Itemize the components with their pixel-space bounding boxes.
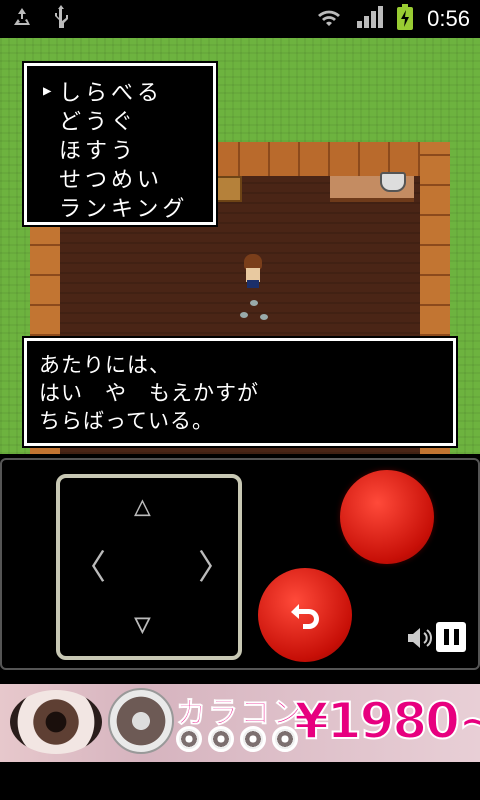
battery-charging-icon bbox=[397, 4, 414, 34]
controller-panel: △ ▽ 〈 〉 bbox=[0, 458, 480, 670]
cursor-icon: ▶ bbox=[43, 82, 56, 99]
bottom-bar bbox=[0, 762, 480, 800]
ash-pile bbox=[240, 312, 248, 318]
menu-item-help[interactable]: せつめい bbox=[43, 163, 213, 193]
dpad-icon[interactable]: △ ▽ 〈 〉 bbox=[56, 474, 242, 660]
command-menu: ▶ しらべる どうぐ ほすう せつめい ランキング bbox=[22, 61, 218, 227]
ash-pile bbox=[250, 300, 258, 306]
ash-pile bbox=[260, 314, 268, 320]
back-button[interactable] bbox=[258, 568, 352, 662]
lens-samples bbox=[176, 726, 298, 752]
lens-sample-icon bbox=[208, 726, 234, 752]
wooden-box bbox=[212, 176, 242, 202]
lens-sample-icon bbox=[176, 726, 202, 752]
clock: 0:56 bbox=[427, 6, 470, 31]
ad-price: ¥1980~ bbox=[293, 691, 480, 751]
dpad-up-icon[interactable]: △ bbox=[134, 492, 151, 520]
signal-icon bbox=[357, 6, 384, 32]
message-line: はい や もえかすが bbox=[39, 381, 259, 405]
status-bar: 0:56 bbox=[0, 0, 480, 38]
dpad-left-icon[interactable]: 〈 bbox=[72, 551, 106, 585]
eye-image bbox=[10, 690, 102, 754]
pot-icon bbox=[380, 172, 406, 192]
dpad-right-icon[interactable]: 〉 bbox=[198, 551, 232, 585]
menu-item-items[interactable]: どうぐ bbox=[43, 105, 213, 135]
menu-item-search[interactable]: ▶ しらべる bbox=[43, 76, 213, 106]
dpad-down-icon[interactable]: ▽ bbox=[134, 610, 151, 638]
pause-icon[interactable] bbox=[436, 622, 466, 652]
speaker-icon[interactable] bbox=[406, 626, 434, 650]
usb-icon bbox=[52, 4, 70, 34]
message-line: ちらばっている。 bbox=[39, 409, 214, 433]
message-window[interactable]: あたりには、 はい や もえかすが ちらばっている。 bbox=[22, 336, 458, 448]
player-character bbox=[242, 254, 264, 288]
message-line: あたりには、 bbox=[39, 353, 171, 377]
menu-item-steps[interactable]: ほすう bbox=[43, 134, 213, 164]
back-arrow-icon bbox=[291, 604, 319, 629]
a-button-icon[interactable] bbox=[340, 470, 434, 564]
ad-banner[interactable]: カラコン ¥1980~ bbox=[0, 684, 480, 762]
wifi-icon bbox=[315, 6, 343, 32]
lens-sample-icon bbox=[240, 726, 266, 752]
contact-lens-image bbox=[108, 688, 174, 754]
recycle-icon bbox=[10, 5, 34, 33]
menu-item-ranking[interactable]: ランキング bbox=[43, 192, 213, 222]
